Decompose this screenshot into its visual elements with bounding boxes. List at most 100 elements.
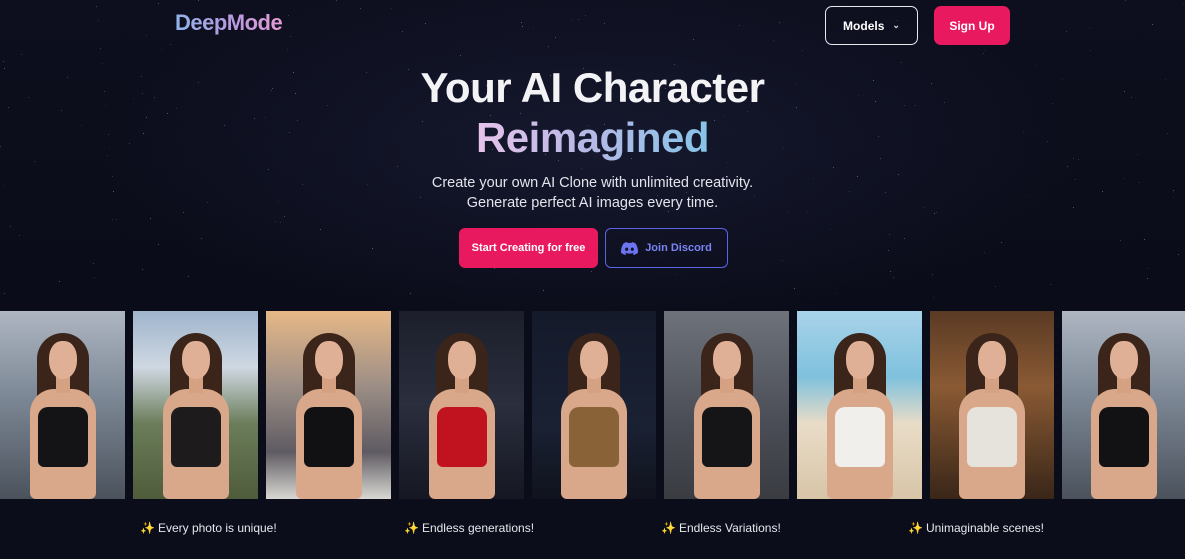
- star-dot: [1090, 50, 1091, 51]
- star-dot: [830, 229, 831, 230]
- star-dot: [779, 22, 780, 23]
- star-dot: [1178, 254, 1179, 255]
- star-dot: [836, 293, 837, 294]
- caption-unique: ✨ Every photo is unique!: [140, 521, 277, 535]
- star-dot: [1067, 166, 1068, 167]
- star-dot: [320, 229, 321, 230]
- star-dot: [1183, 4, 1184, 5]
- gallery-image[interactable]: [1062, 311, 1185, 499]
- caption-variations: ✨ Endless Variations!: [661, 521, 781, 535]
- star-dot: [161, 49, 162, 50]
- star-dot: [585, 15, 586, 16]
- star-dot: [10, 226, 11, 227]
- gallery-image[interactable]: [797, 311, 922, 499]
- star-dot: [4, 293, 5, 294]
- caption-text: Endless Variations!: [678, 521, 781, 535]
- star-dot: [548, 46, 549, 47]
- image-gallery-carousel[interactable]: [0, 311, 1185, 499]
- gallery-image[interactable]: [266, 311, 391, 499]
- gallery-image[interactable]: [664, 311, 789, 499]
- sign-up-button[interactable]: Sign Up: [934, 6, 1010, 45]
- star-dot: [581, 168, 582, 169]
- star-dot: [849, 191, 850, 192]
- star-dot: [170, 44, 171, 45]
- star-dot: [572, 19, 573, 20]
- star-dot: [1050, 284, 1051, 285]
- outfit: [303, 407, 354, 467]
- gallery-image[interactable]: [930, 311, 1054, 499]
- star-dot: [893, 277, 894, 278]
- star-dot: [904, 238, 905, 239]
- face: [978, 341, 1006, 379]
- star-dot: [833, 167, 834, 168]
- star-dot: [888, 250, 889, 251]
- face: [580, 341, 608, 379]
- logo[interactable]: DeepMode: [175, 10, 283, 36]
- star-dot: [372, 248, 373, 249]
- star-dot: [188, 276, 189, 277]
- models-dropdown-button[interactable]: Models ⌄: [825, 6, 918, 45]
- gallery-image[interactable]: [133, 311, 258, 499]
- star-dot: [934, 213, 935, 214]
- star-dot: [739, 25, 740, 26]
- star-dot: [98, 20, 99, 21]
- models-label: Models: [843, 18, 885, 33]
- star-dot: [788, 211, 789, 212]
- star-dot: [410, 293, 411, 294]
- star-dot: [1147, 278, 1148, 279]
- sparkles-icon: ✨: [908, 521, 923, 535]
- star-dot: [555, 37, 556, 38]
- gallery-image[interactable]: [532, 311, 656, 499]
- star-dot: [198, 0, 199, 1]
- star-dot: [96, 6, 97, 7]
- star-dot: [604, 23, 605, 24]
- caption-scenes: ✨ Unimaginable scenes!: [908, 521, 1044, 535]
- star-dot: [280, 222, 281, 223]
- outfit: [569, 407, 619, 467]
- star-dot: [284, 216, 285, 217]
- hero-subtitle-line2: Generate perfect AI images every time.: [466, 195, 719, 211]
- star-dot: [995, 286, 996, 287]
- star-dot: [591, 271, 592, 272]
- star-dot: [146, 35, 147, 36]
- star-dot: [425, 23, 426, 24]
- star-dot: [578, 19, 579, 20]
- star-dot: [19, 235, 20, 236]
- star-dot: [360, 8, 361, 9]
- star-dot: [116, 219, 117, 220]
- star-dot: [890, 271, 891, 272]
- star-dot: [543, 290, 544, 291]
- caption-text: Endless generations!: [421, 521, 535, 535]
- star-dot: [533, 27, 534, 28]
- gallery-image[interactable]: [0, 311, 125, 499]
- star-dot: [727, 162, 728, 163]
- star-dot: [287, 49, 288, 50]
- outfit: [170, 407, 221, 467]
- star-dot: [1102, 191, 1103, 192]
- star-dot: [397, 166, 398, 167]
- star-dot: [693, 39, 694, 40]
- gallery-image[interactable]: [399, 311, 524, 499]
- star-dot: [21, 54, 22, 55]
- sparkles-icon: ✨: [404, 521, 419, 535]
- star-dot: [494, 268, 495, 269]
- star-dot: [113, 191, 114, 192]
- star-dot: [802, 50, 803, 51]
- star-dot: [112, 219, 113, 220]
- star-dot: [1120, 240, 1121, 241]
- star-dot: [201, 238, 202, 239]
- sparkles-icon: ✨: [140, 521, 155, 535]
- face: [712, 341, 741, 379]
- hero-title-line2: Reimagined: [0, 114, 1185, 162]
- star-dot: [1066, 31, 1067, 32]
- sparkles-icon: ✨: [661, 521, 676, 535]
- join-discord-label: Join Discord: [645, 242, 712, 254]
- join-discord-button[interactable]: Join Discord: [605, 228, 728, 268]
- star-dot: [782, 260, 783, 261]
- star-dot: [932, 274, 933, 275]
- outfit: [37, 407, 88, 467]
- star-dot: [290, 36, 291, 37]
- star-dot: [794, 288, 795, 289]
- star-dot: [773, 40, 774, 41]
- start-creating-button[interactable]: Start Creating for free: [459, 228, 598, 268]
